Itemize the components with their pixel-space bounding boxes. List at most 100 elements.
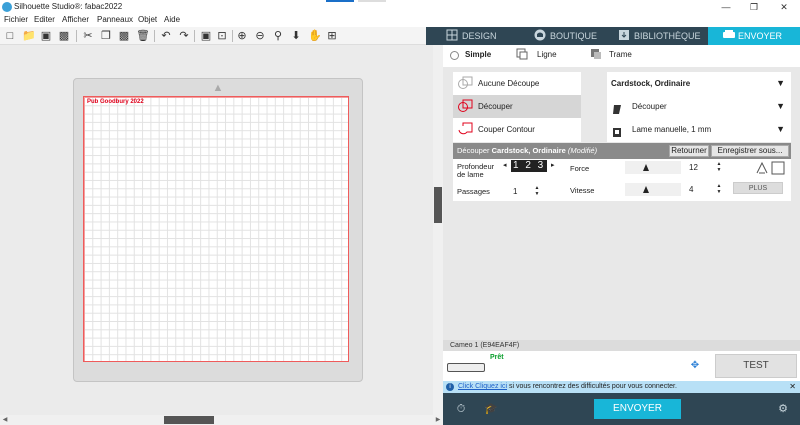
material-dropdown[interactable]: Cardstock, Ordinaire ▼ (607, 72, 791, 95)
move-down-icon[interactable]: ⬇ (290, 30, 302, 42)
depth-increase-icon[interactable]: ▸ (551, 161, 555, 169)
depth-decrease-icon[interactable]: ◂ (503, 161, 507, 169)
settings-header: Découper Cardstock, Ordinaire (Modifié) … (453, 143, 791, 159)
ungroup-icon[interactable]: ⊡ (216, 30, 228, 42)
tab-boutique[interactable]: BOUTIQUE (534, 27, 624, 45)
save-icon[interactable]: ▣ (40, 30, 52, 42)
horizontal-scroll-thumb[interactable] (164, 416, 214, 424)
tab-design-label: DESIGN (462, 31, 497, 41)
minimize-button[interactable]: — (714, 0, 738, 14)
speed-slider-knob[interactable] (643, 186, 649, 193)
horizontal-scrollbar[interactable]: ◀ ▶ (0, 415, 443, 425)
close-info-icon[interactable]: ✕ (789, 381, 796, 393)
new-file-icon[interactable]: □ (4, 30, 16, 42)
menu-objet[interactable]: Objet (138, 15, 157, 24)
library-icon (618, 29, 630, 41)
title-bar: Silhouette Studio®: fabac2022 — ❐ ✕ (0, 0, 800, 14)
cameo-device-icon (447, 363, 485, 372)
setting-prefix: Découper (457, 146, 492, 155)
delete-icon[interactable]: 🗑 (136, 30, 150, 42)
menu-panneaux[interactable]: Panneaux (97, 15, 133, 24)
main-tabs: DESIGN BOUTIQUE BIBLIOTHÈQUE ENVOYER (426, 27, 800, 45)
open-folder-icon[interactable]: 📁 (22, 30, 36, 42)
paste-icon[interactable]: ▩ (118, 30, 130, 42)
fit-page-icon[interactable]: ⊞ (326, 30, 338, 42)
mat-grid[interactable]: Pub Goodbury 2022 (83, 96, 349, 362)
menu-editer[interactable]: Editer (34, 15, 55, 24)
speed-slider[interactable] (625, 183, 681, 196)
fill-mode-icon[interactable] (590, 48, 602, 60)
scroll-right-icon[interactable]: ▶ (433, 415, 443, 425)
mode-simple[interactable]: Simple (465, 50, 491, 59)
send-button[interactable]: ENVOYER (594, 399, 681, 419)
cut-mode-none[interactable]: Aucune Découpe (453, 72, 581, 95)
maximize-button[interactable]: ❐ (742, 0, 766, 14)
blade-depth-value[interactable]: 1 2 3 (511, 160, 548, 172)
save-as-button[interactable]: Enregistrer sous... (711, 145, 789, 157)
send-history-icon[interactable]: ⏱ (453, 402, 469, 416)
info-bar: i Click Cliquez ici si vous rencontrez d… (443, 381, 800, 393)
toolbar: □ 📁 ▣ ▩ ✂ ❐ ▩ 🗑 ↶ ↷ ▣ ⊡ ⊕ ⊖ ⚲ ⬇ ✋ ⊞ (0, 27, 426, 45)
force-input[interactable]: 12 (685, 161, 713, 174)
mode-trame[interactable]: Trame (609, 50, 632, 59)
bottom-bar: ⏱ 🎓 ENVOYER ⚙ (443, 393, 800, 425)
mode-ligne[interactable]: Ligne (537, 50, 557, 59)
pan-hand-icon[interactable]: ✋ (308, 30, 322, 42)
device-name-bar: Cameo 1 (E94EAF4F) (443, 340, 800, 351)
cutting-mat: ▲ Pub Goodbury 2022 (73, 78, 363, 382)
test-button[interactable]: TEST (715, 354, 797, 378)
gear-icon[interactable]: ⚙ (775, 402, 791, 416)
zoom-in-icon[interactable]: ⊕ (236, 30, 248, 42)
toolbar-separator (232, 30, 233, 42)
retourner-button[interactable]: Retourner (669, 145, 709, 157)
no-cut-icon (457, 76, 473, 90)
tab-envoyer[interactable]: ENVOYER (708, 27, 800, 45)
scroll-left-icon[interactable]: ◀ (0, 415, 10, 425)
simple-radio[interactable] (450, 51, 459, 60)
copy-icon[interactable]: ❐ (100, 30, 112, 42)
force-slider-knob[interactable] (643, 164, 649, 171)
help-link[interactable]: Click Cliquez ici (458, 383, 507, 390)
vertical-scroll-thumb[interactable] (434, 187, 442, 223)
vertical-scrollbar[interactable] (433, 45, 443, 415)
tool-dropdown[interactable]: Lame manuelle, 1 mm ▼ (607, 118, 791, 141)
plus-button[interactable]: PLUS (733, 182, 783, 194)
line-style-icon[interactable] (755, 161, 785, 175)
feed-direction-icon: ▲ (212, 82, 224, 94)
canvas-area[interactable]: ▲ Pub Goodbury 2022 (0, 45, 433, 415)
cut-mode-cut[interactable]: Découper (453, 95, 581, 118)
group-icon[interactable]: ▣ (200, 30, 212, 42)
tab-bibliotheque[interactable]: BIBLIOTHÈQUE (618, 27, 718, 45)
line-mode-icon[interactable] (516, 48, 528, 60)
speed-input[interactable]: 4 (685, 183, 713, 196)
setting-material: Cardstock, Ordinaire (491, 146, 566, 155)
passes-input[interactable]: 1 (509, 185, 531, 198)
design-text-object[interactable]: Pub Goodbury 2022 (87, 99, 144, 105)
cut-mode-list: Aucune Découpe Découper Couper Contour (453, 72, 581, 142)
close-button[interactable]: ✕ (772, 0, 796, 14)
redo-icon[interactable]: ↷ (178, 30, 190, 42)
zoom-out-icon[interactable]: ⊖ (254, 30, 266, 42)
cut-mode-none-label: Aucune Découpe (478, 79, 540, 88)
action-dropdown[interactable]: Découper ▼ (607, 95, 791, 118)
menu-fichier[interactable]: Fichier (4, 15, 28, 24)
move-arrows-icon[interactable]: ✥ (683, 358, 707, 374)
passes-stepper[interactable]: ▲ ▼ (533, 185, 541, 198)
undo-icon[interactable]: ↶ (160, 30, 172, 42)
cut-mode-contour[interactable]: Couper Contour (453, 118, 581, 141)
tutorial-cap-icon[interactable]: 🎓 (483, 402, 499, 416)
cut-mode-contour-label: Couper Contour (478, 125, 535, 134)
speed-stepper[interactable]: ▲ ▼ (715, 183, 723, 196)
blade-icon (612, 101, 622, 114)
window-title: Silhouette Studio®: fabac2022 (14, 2, 123, 11)
menu-aide[interactable]: Aide (164, 15, 180, 24)
force-stepper[interactable]: ▲ ▼ (715, 161, 723, 174)
force-slider[interactable] (625, 161, 681, 174)
tab-design[interactable]: DESIGN (446, 27, 526, 45)
zoom-drag-icon[interactable]: ⚲ (272, 30, 284, 42)
depth-label: Profondeur de lame (457, 162, 495, 179)
cut-icon[interactable]: ✂ (82, 30, 94, 42)
print-icon[interactable]: ▩ (58, 30, 70, 42)
menu-afficher[interactable]: Afficher (62, 15, 89, 24)
mode-bar: Simple Ligne Trame (443, 45, 800, 67)
